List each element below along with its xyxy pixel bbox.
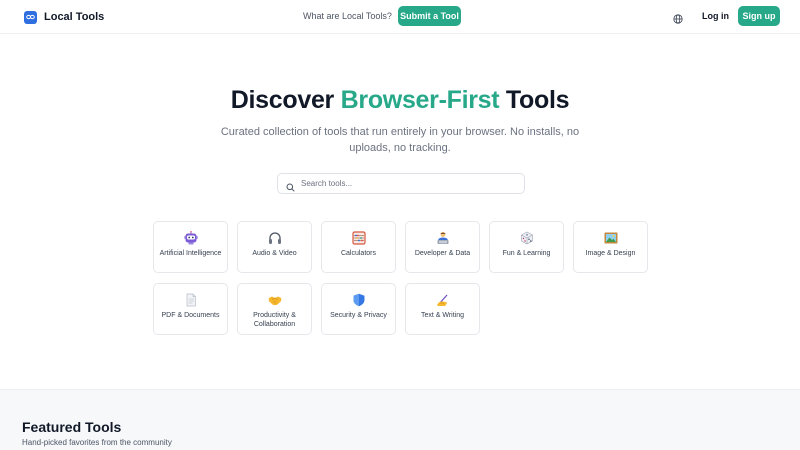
robot-icon [183,231,198,245]
brand-logo[interactable]: Local Tools [24,9,104,25]
category-label: Audio & Video [252,250,297,257]
category-label: Productivity & Collaboration [253,312,296,328]
category-label: Calculators [340,250,376,257]
brand-name: Local Tools [44,11,105,23]
dice-icon [520,231,534,245]
hero-title-part2: Tools [499,86,570,114]
category-label: Fun & Learning [502,250,551,257]
featured-section: Featured Tools Hand-picked favorites fro… [0,389,800,450]
submit-tool-button[interactable]: Submit a Tool [398,6,461,26]
category-security-privacy[interactable]: Security & Privacy [321,283,396,335]
framed-picture-icon [604,231,618,245]
hero-title: Discover Browser-First Tools [0,86,800,115]
category-grid: Artificial Intelligence Audio & Video Ca… [153,221,649,337]
category-label: Image & Design [585,250,636,257]
top-nav: Local Tools What are Local Tools? Submit… [0,0,800,34]
writing-hand-icon [436,293,450,307]
featured-subtitle: Hand-picked favorites from the community [22,438,172,447]
shield-icon [352,293,366,307]
globe-icon[interactable] [673,11,683,24]
category-pdf-documents[interactable]: PDF & Documents [153,283,228,335]
category-fun-learning[interactable]: Fun & Learning [489,221,564,273]
headphones-icon [268,231,282,245]
signup-button[interactable]: Sign up [738,6,780,26]
category-artificial-intelligence[interactable]: Artificial Intelligence [153,221,228,273]
hero-subtitle: Curated collection of tools that run ent… [220,126,580,154]
document-icon [184,293,198,307]
category-label: Security & Privacy [330,312,387,319]
category-calculators[interactable]: Calculators [321,221,396,273]
category-developer-data[interactable]: Developer & Data [405,221,480,273]
abacus-icon [351,231,366,245]
hero-title-accent: Browser-First [340,86,500,114]
category-text-writing[interactable]: Text & Writing [405,283,480,335]
search-input[interactable] [301,179,501,188]
category-productivity-collaboration[interactable]: Productivity & Collaboration [237,283,312,335]
hero-title-part1: Discover [230,86,341,114]
category-audio-video[interactable]: Audio & Video [237,221,312,273]
featured-title: Featured Tools [22,419,122,435]
category-label: PDF & Documents [161,312,220,319]
category-label: Artificial Intelligence [159,250,222,257]
category-label: Text & Writing [420,312,465,319]
search-box[interactable] [277,173,525,194]
nav-link-what-are-local-tools[interactable]: What are Local Tools? [303,11,392,21]
category-label: Developer & Data [414,250,471,257]
logo-icon [24,10,37,24]
handshake-icon [268,293,282,307]
search-icon [286,179,295,192]
developer-icon [436,231,450,245]
login-link[interactable]: Log in [702,11,729,21]
category-image-design[interactable]: Image & Design [573,221,648,273]
